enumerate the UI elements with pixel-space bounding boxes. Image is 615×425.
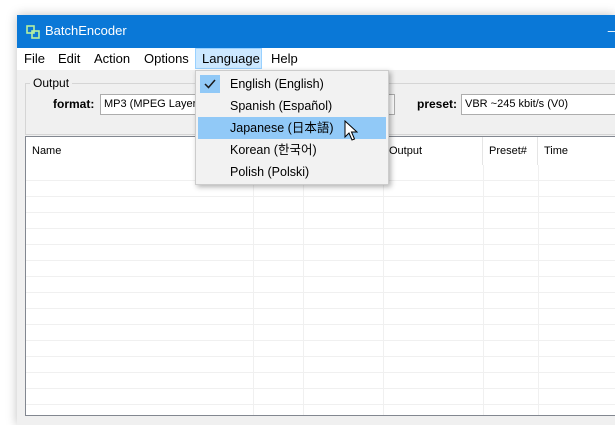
language-item-label: Korean (한국어)	[230, 143, 317, 157]
column-output[interactable]: Output	[383, 137, 483, 165]
preset-combo[interactable]: VBR ~245 kbit/s (V0)	[461, 94, 615, 115]
title-bar[interactable]: BatchEncoder –	[17, 15, 615, 48]
language-dropdown: English (English) Spanish (Español) Japa…	[195, 70, 389, 185]
language-item-label: Polish (Polski)	[230, 165, 310, 179]
mouse-cursor-icon	[344, 120, 358, 141]
language-item-korean[interactable]: Korean (한국어)	[198, 139, 386, 161]
language-item-label: Spanish (Español)	[230, 99, 333, 113]
window-title: BatchEncoder	[45, 23, 127, 38]
table-row	[26, 325, 615, 341]
preset-label: preset:	[417, 97, 458, 111]
table-row	[26, 245, 615, 261]
table-row	[26, 373, 615, 389]
app-icon	[26, 25, 40, 39]
menu-edit[interactable]: Edit	[52, 48, 86, 69]
table-row	[26, 389, 615, 405]
language-item-label: Japanese (日本語)	[230, 121, 334, 135]
table-row	[26, 261, 615, 277]
table-row	[26, 277, 615, 293]
language-item-english[interactable]: English (English)	[198, 73, 386, 95]
table-row	[26, 357, 615, 373]
language-item-polish[interactable]: Polish (Polski)	[198, 161, 386, 183]
menu-action[interactable]: Action	[88, 48, 136, 69]
menu-file[interactable]: File	[18, 48, 51, 69]
table-row	[26, 197, 615, 213]
column-preset[interactable]: Preset#	[483, 137, 538, 165]
column-time[interactable]: Time	[538, 137, 615, 165]
language-item-label: English (English)	[230, 77, 324, 91]
table-row	[26, 229, 615, 245]
table-row	[26, 309, 615, 325]
menu-language[interactable]: Language	[195, 48, 262, 69]
menu-bar: File Edit Action Options Language Help	[17, 48, 615, 71]
menu-options[interactable]: Options	[138, 48, 195, 69]
output-group-label: Output	[30, 76, 73, 90]
minimize-button[interactable]: –	[608, 23, 615, 38]
table-row	[26, 341, 615, 357]
check-icon	[200, 75, 220, 93]
menu-help[interactable]: Help	[265, 48, 304, 69]
table-row	[26, 293, 615, 309]
table-row	[26, 213, 615, 229]
format-label: format:	[53, 97, 95, 111]
language-item-spanish[interactable]: Spanish (Español)	[198, 95, 386, 117]
